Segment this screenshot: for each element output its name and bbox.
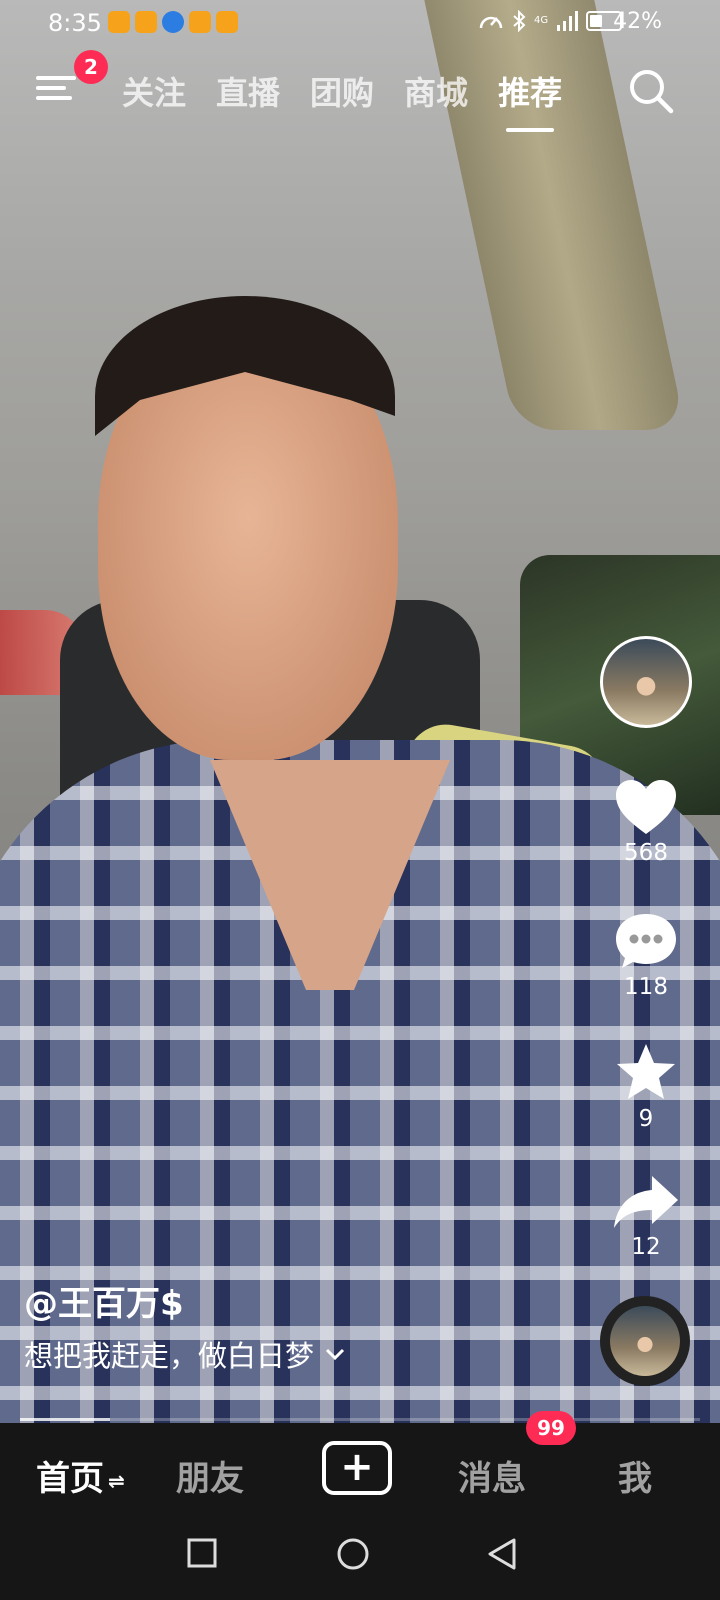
feed-tabs: 关注 直播 团购 商城 推荐 — [122, 68, 562, 132]
video-description[interactable]: 想把我赶走，做白日梦 — [24, 1333, 346, 1375]
video-progress-bar[interactable] — [20, 1418, 700, 1421]
menu-badge: 2 — [74, 50, 108, 84]
app-notification-icon — [216, 11, 238, 33]
description-text: 想把我赶走，做白日梦 — [24, 1339, 315, 1373]
comment-icon — [616, 914, 676, 968]
tab-group-buy[interactable]: 团购 — [310, 68, 374, 114]
favorite-count: 9 — [638, 1106, 654, 1132]
home-circle-icon[interactable] — [336, 1537, 370, 1571]
share-icon — [614, 1176, 678, 1228]
like-button[interactable]: 568 — [598, 778, 694, 866]
music-disc[interactable] — [600, 1296, 690, 1386]
nav-friends[interactable]: 朋友 — [176, 1451, 244, 1500]
heart-icon — [616, 780, 676, 834]
nav-me[interactable]: 我 — [618, 1451, 652, 1500]
notification-icons — [108, 11, 238, 33]
battery-percent: 42% — [613, 9, 662, 34]
network-type: 4G — [534, 15, 549, 26]
signal-icon — [557, 11, 579, 31]
tab-live[interactable]: 直播 — [216, 68, 280, 114]
bottom-nav: 首页 ⇌ 朋友 + 消息 99 我 — [0, 1411, 720, 1523]
top-nav: 2 关注 直播 团购 商城 推荐 — [0, 50, 720, 132]
recent-apps-icon[interactable] — [186, 1537, 218, 1569]
share-count: 12 — [631, 1234, 661, 1260]
browser-icon — [162, 11, 184, 33]
status-bar: 8:35 4G 42% — [0, 0, 720, 46]
status-time: 8:35 — [48, 9, 102, 37]
tab-recommended[interactable]: 推荐 — [498, 68, 562, 132]
messages-badge: 99 — [526, 1411, 576, 1445]
menu-icon[interactable] — [36, 70, 76, 106]
taobao-icon — [108, 11, 130, 33]
back-icon[interactable] — [486, 1537, 518, 1571]
nav-home[interactable]: 首页 ⇌ — [36, 1451, 125, 1500]
tab-mall[interactable]: 商城 — [404, 68, 468, 114]
bluetooth-icon — [513, 10, 526, 32]
video-caption: @王百万$ 想把我赶走，做白日梦 — [24, 1276, 346, 1375]
expand-chevron-icon — [325, 1348, 345, 1361]
tab-following[interactable]: 关注 — [122, 68, 186, 114]
favorite-button[interactable]: 9 — [598, 1042, 694, 1132]
app-notification-icon — [189, 11, 211, 33]
author-name[interactable]: @王百万$ — [24, 1276, 346, 1325]
status-icons: 4G — [478, 10, 623, 32]
comment-count: 118 — [624, 974, 668, 1000]
speed-icon — [479, 16, 503, 29]
author-avatar[interactable] — [600, 636, 692, 728]
nav-messages[interactable]: 消息 — [458, 1451, 526, 1500]
create-button[interactable]: + — [322, 1441, 392, 1495]
system-nav-bar — [0, 1523, 720, 1600]
share-button[interactable]: 12 — [598, 1172, 694, 1260]
star-icon — [617, 1044, 675, 1099]
switch-icon: ⇌ — [108, 1468, 125, 1493]
search-icon[interactable] — [628, 68, 674, 114]
comment-button[interactable]: 118 — [598, 912, 694, 1000]
like-count: 568 — [624, 840, 668, 866]
nav-home-label: 首页 — [36, 1459, 104, 1499]
app-notification-icon — [135, 11, 157, 33]
